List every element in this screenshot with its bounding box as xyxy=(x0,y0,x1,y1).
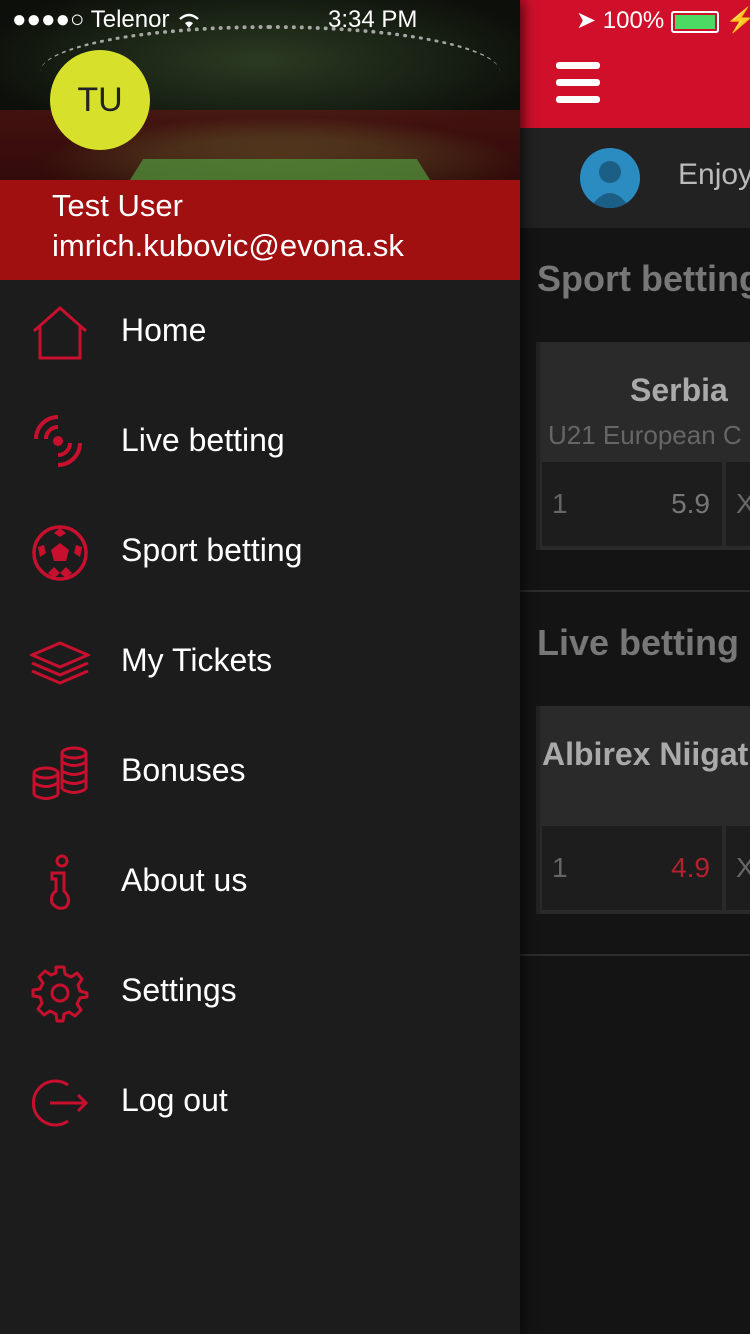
live-match-card[interactable]: Albirex Niigat 1 4.9 X xyxy=(536,706,750,914)
user-name: Test User xyxy=(52,188,183,223)
wifi-icon xyxy=(176,6,202,33)
sport-betting-title: Sport betting xyxy=(537,258,750,299)
menu-item-live-betting[interactable]: Live betting xyxy=(0,388,520,498)
odd-key: 1 xyxy=(552,488,568,519)
ticket-stack-icon xyxy=(30,641,90,685)
coins-icon xyxy=(32,746,88,800)
odd-button[interactable]: X xyxy=(726,462,750,546)
odd-key: X xyxy=(736,488,750,519)
menu-item-label: Bonuses xyxy=(121,752,246,788)
menu-item-label: Home xyxy=(121,312,207,348)
home-icon xyxy=(33,305,87,360)
status-time: 3:34 PM xyxy=(328,6,418,33)
sport-match-card[interactable]: Serbia U21 European C 1 5.9 X xyxy=(536,342,750,550)
divider xyxy=(520,954,750,956)
carrier-text: ●●●●○ Telenor xyxy=(12,6,170,33)
location-arrow-icon: ➤ xyxy=(576,7,597,34)
odd-button[interactable]: 1 5.9 xyxy=(542,462,722,546)
odd-key: X xyxy=(736,852,750,883)
gear-icon xyxy=(31,965,89,1023)
menu-item-home[interactable]: Home xyxy=(0,278,520,388)
drawer-header: TU Test User imrich.kubovic@evona.sk xyxy=(0,0,520,280)
menu-item-settings[interactable]: Settings xyxy=(0,938,520,1048)
menu-item-label: Settings xyxy=(121,972,237,1008)
menu-item-bonuses[interactable]: Bonuses xyxy=(0,718,520,828)
match-team: Serbia xyxy=(630,372,728,408)
status-right: ➤ 100% ⚡ xyxy=(576,6,750,35)
live-betting-title: Live betting xyxy=(537,622,740,663)
soccer-ball-icon xyxy=(32,525,88,581)
menu-item-my-tickets[interactable]: My Tickets xyxy=(0,608,520,718)
menu-item-label: Sport betting xyxy=(121,532,303,568)
menu-item-sport-betting[interactable]: Sport betting xyxy=(0,498,520,608)
match-team: Albirex Niigat xyxy=(542,736,749,772)
odd-value: 4.9 xyxy=(671,852,710,883)
user-avatar-icon[interactable] xyxy=(580,148,640,208)
menu-item-about-us[interactable]: About us xyxy=(0,828,520,938)
odd-value: 5.9 xyxy=(671,488,710,519)
odd-button[interactable]: X xyxy=(726,826,750,910)
hamburger-menu-icon[interactable] xyxy=(556,62,600,104)
menu-item-label: Log out xyxy=(121,1082,228,1118)
menu-item-label: My Tickets xyxy=(121,642,273,678)
odd-key: 1 xyxy=(552,852,568,883)
navigation-drawer: TU Test User imrich.kubovic@evona.sk ●●●… xyxy=(0,0,520,1334)
menu-item-label: About us xyxy=(121,862,248,898)
greeting-text: Enjoy xyxy=(678,158,750,191)
logout-icon xyxy=(31,1079,89,1127)
battery-icon xyxy=(670,10,719,33)
battery-percent: 100% xyxy=(602,7,665,34)
odd-button[interactable]: 1 4.9 xyxy=(542,826,722,910)
divider xyxy=(520,590,750,592)
user-avatar[interactable]: TU xyxy=(50,50,150,150)
user-email: imrich.kubovic@evona.sk xyxy=(52,228,404,263)
menu-item-log-out[interactable]: Log out xyxy=(0,1048,520,1158)
info-icon xyxy=(50,854,71,910)
match-league: U21 European C xyxy=(548,420,742,450)
menu-item-label: Live betting xyxy=(121,422,285,458)
charging-icon: ⚡ xyxy=(725,7,750,34)
live-signal-icon xyxy=(34,415,82,467)
status-carrier: ●●●●○ Telenor xyxy=(12,6,202,34)
